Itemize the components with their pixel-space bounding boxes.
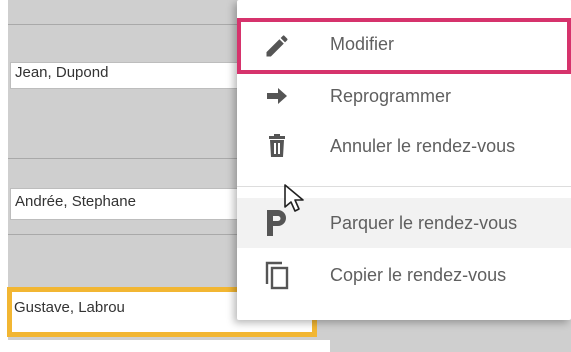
pencil-icon — [261, 30, 293, 62]
trash-icon — [261, 130, 293, 162]
copy-icon — [261, 259, 293, 291]
menu-item-copier[interactable]: Copier le rendez-vous — [237, 250, 571, 300]
appointment-patient-name: Gustave, Labrou — [14, 299, 125, 316]
menu-item-annuler[interactable]: Annuler le rendez-vous — [237, 121, 571, 171]
menu-item-label: Copier le rendez-vous — [330, 265, 507, 285]
appointment-block[interactable]: Jean, Dupond — [10, 62, 250, 89]
menu-item-label: Annuler le rendez-vous — [330, 136, 516, 156]
menu-item-label: Modifier — [330, 34, 395, 54]
context-menu: Modifier Reprogrammer Annuler le rendez-… — [237, 0, 571, 320]
mouse-pointer-icon — [283, 183, 305, 215]
appointment-patient-name: Andrée, Stephane — [15, 193, 136, 210]
menu-item-label: Parquer le rendez-vous — [330, 213, 518, 233]
arrow-right-icon — [261, 80, 293, 112]
menu-item-reprogrammer[interactable]: Reprogrammer — [237, 71, 571, 121]
menu-item-label: Reprogrammer — [330, 86, 452, 106]
appointment-block[interactable]: Andrée, Stephane — [10, 188, 250, 220]
menu-item-modifier[interactable]: Modifier — [237, 18, 571, 74]
appointment-patient-name: Jean, Dupond — [15, 64, 109, 81]
